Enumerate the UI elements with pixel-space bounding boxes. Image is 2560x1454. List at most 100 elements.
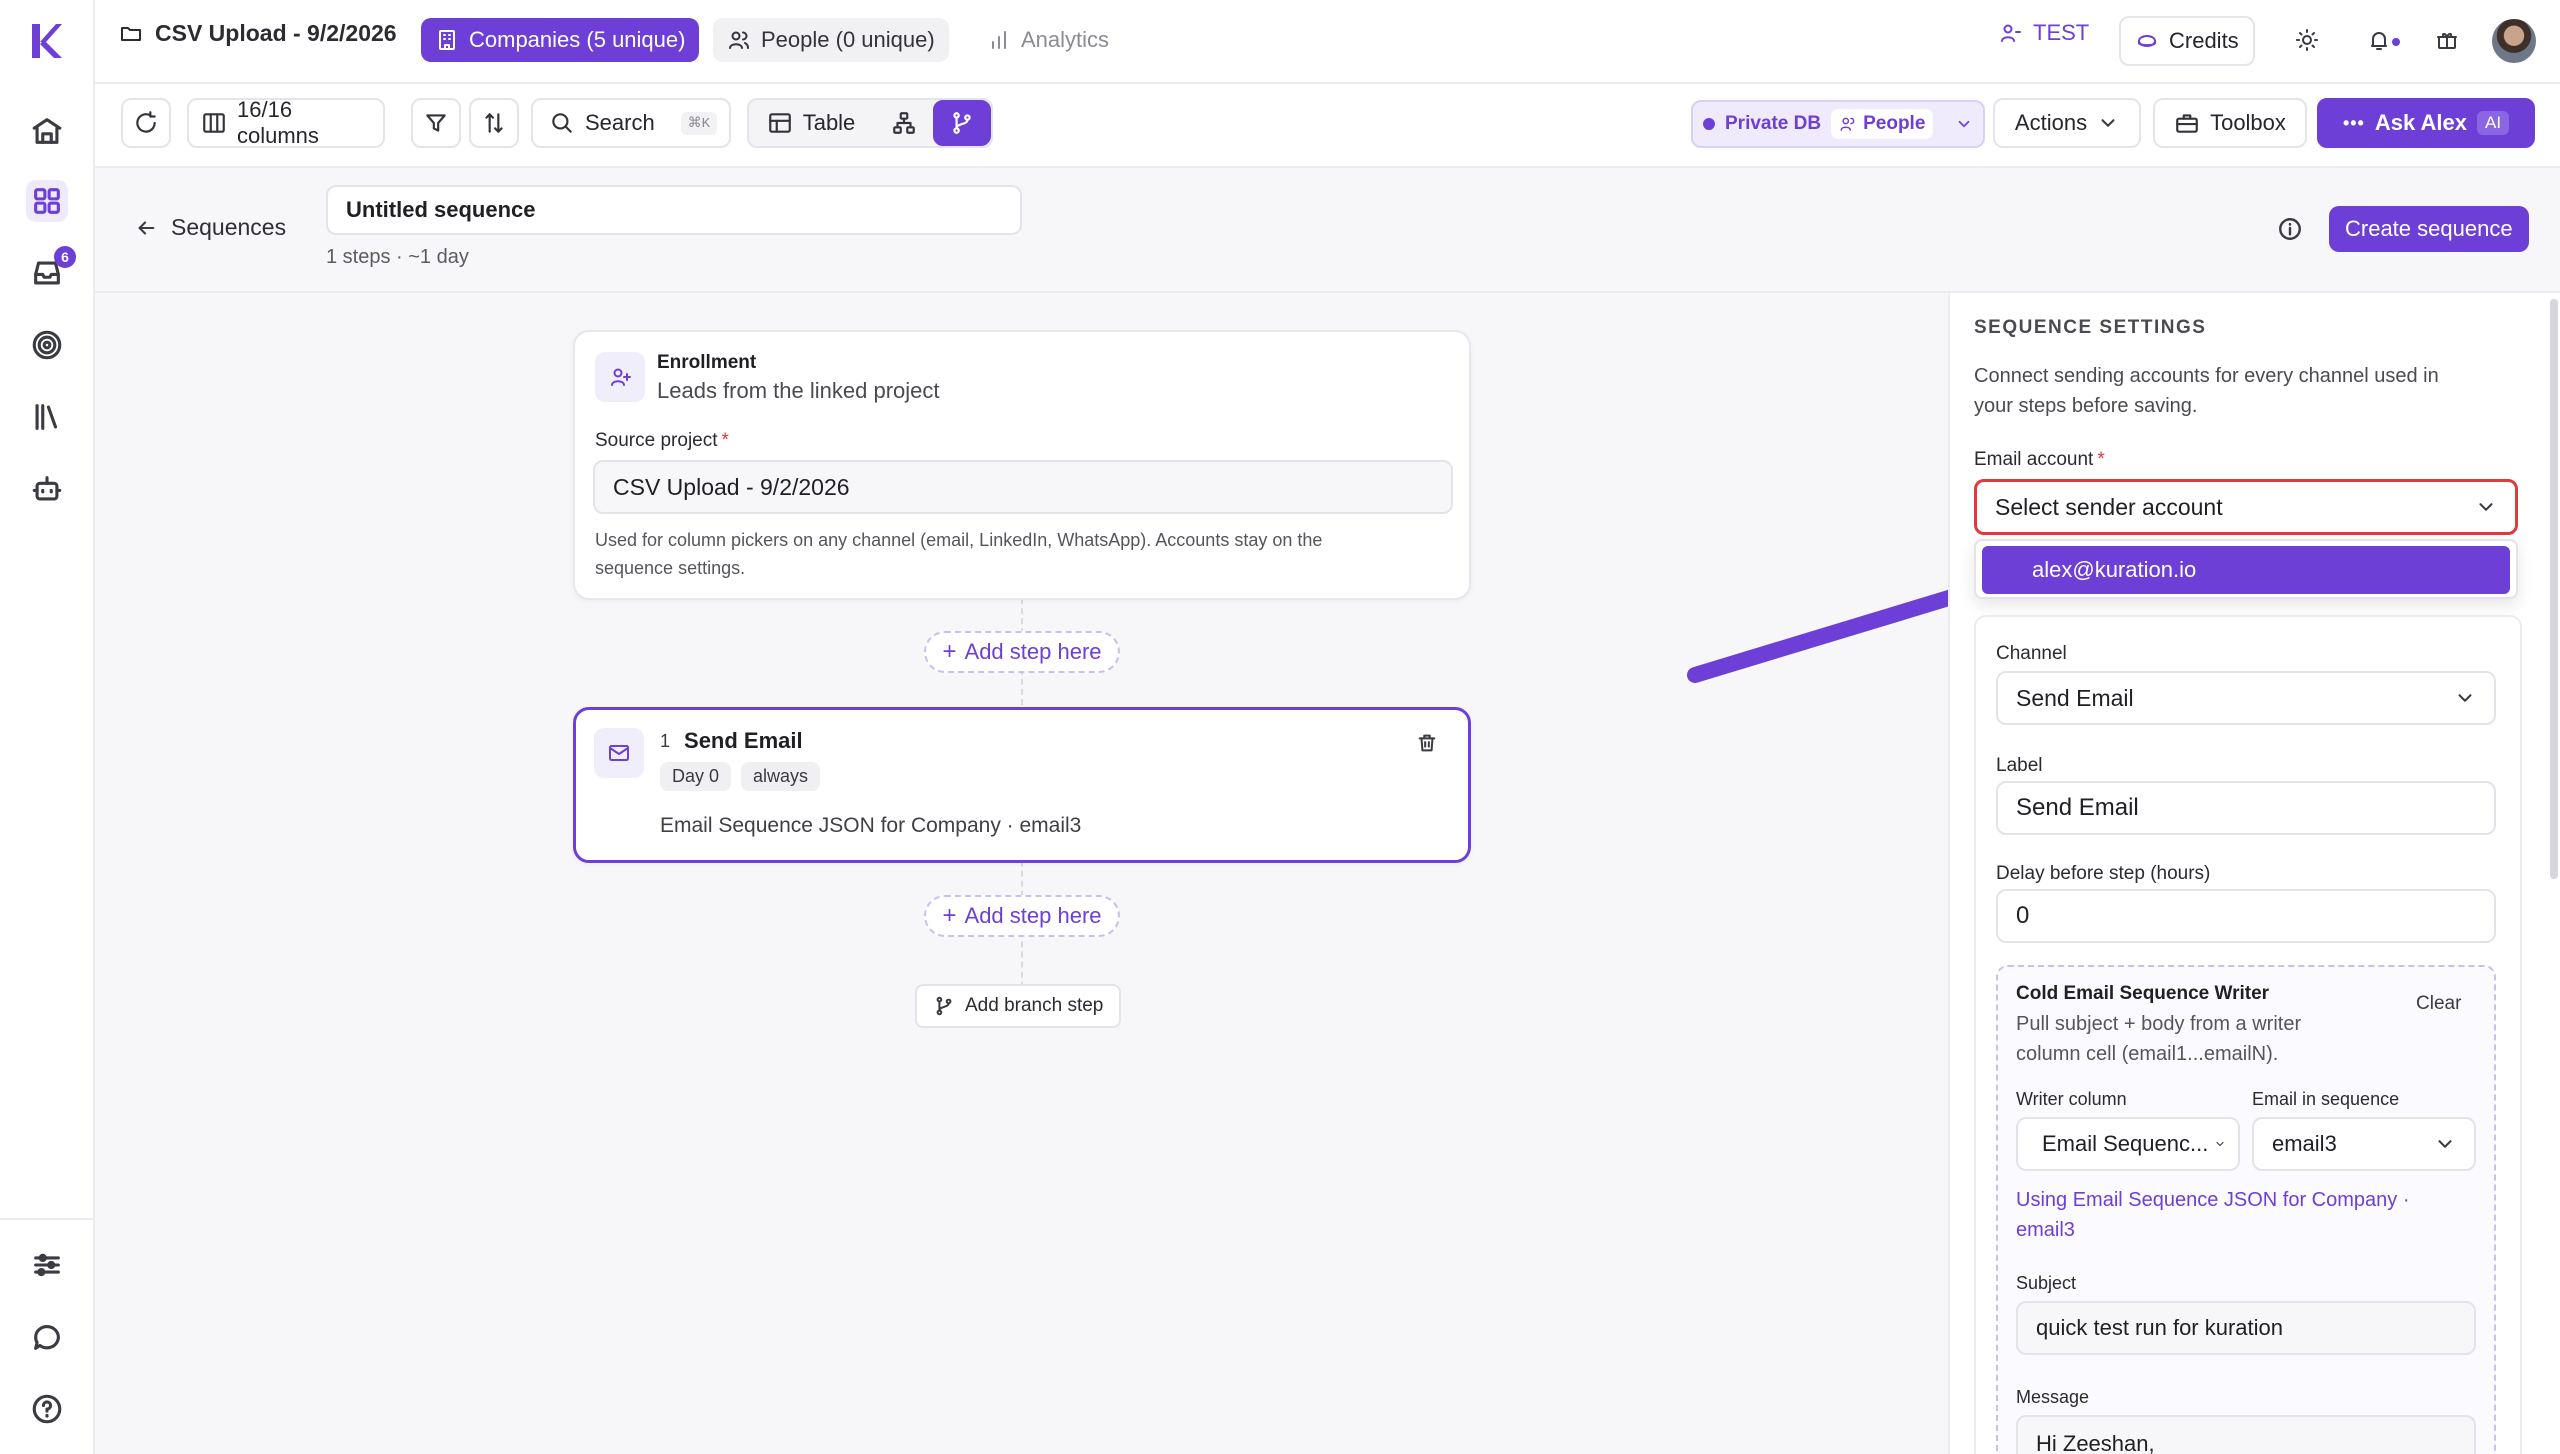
building-icon (435, 28, 459, 52)
add-branch-button[interactable]: Add branch step (915, 984, 1122, 1028)
source-project-label: Source project * (595, 430, 729, 451)
user-plus-icon (595, 352, 645, 402)
bar-chart-icon (987, 28, 1011, 52)
condition-badge: always (741, 762, 821, 791)
chat-icon[interactable] (26, 1316, 68, 1358)
left-rail: 6 (0, 0, 95, 1454)
notification-dot (2392, 38, 2400, 46)
label-input[interactable]: Send Email (1996, 781, 2496, 835)
refresh-button[interactable] (121, 98, 171, 148)
message-label: Message (2016, 1387, 2090, 1407)
enrollment-card[interactable]: Enrollment Leads from the linked project… (573, 330, 1471, 600)
toolbar: 16/16 columns Search ⌘K Table Private DB… (95, 84, 2560, 168)
home-icon[interactable] (26, 110, 68, 152)
view-hierarchy-button[interactable] (877, 100, 931, 146)
project-title[interactable]: CSV Upload - 9/2/2026 (119, 20, 397, 47)
add-step-button[interactable]: + Add step here (924, 895, 1120, 937)
folder-icon (119, 22, 143, 46)
tab-companies[interactable]: Companies (5 unique) (421, 18, 700, 62)
people-icon (727, 28, 751, 52)
theme-toggle-icon[interactable] (2295, 28, 2319, 52)
app-logo[interactable] (28, 20, 66, 62)
columns-button[interactable]: 16/16 columns (187, 97, 385, 148)
refresh-icon (133, 110, 159, 136)
people-icon (1839, 115, 1857, 133)
rail-divider (0, 1218, 95, 1220)
ask-alex-button[interactable]: ••• Ask Alex AI (2317, 98, 2535, 148)
tab-people[interactable]: People (0 unique) (713, 18, 949, 62)
writer-column-select[interactable]: Email Sequenc... (2016, 1117, 2240, 1171)
create-sequence-button[interactable]: Create sequence (2329, 206, 2529, 252)
writer-clear-button[interactable]: Clear (2416, 993, 2461, 1015)
avatar[interactable] (2492, 19, 2536, 63)
channel-select[interactable]: Send Email (1996, 671, 2496, 725)
branch-icon (949, 110, 975, 136)
tab-analytics[interactable]: Analytics (973, 18, 1123, 62)
sequence-name-input[interactable]: Untitled sequence (326, 185, 1022, 235)
search-button[interactable]: Search ⌘K (531, 98, 731, 148)
gift-icon[interactable] (2435, 28, 2459, 52)
delay-label: Delay before step (hours) (1996, 863, 2211, 884)
filter-button[interactable] (411, 98, 461, 148)
view-sequence-button[interactable] (933, 100, 991, 146)
library-icon[interactable] (26, 396, 68, 438)
coin-icon (2135, 29, 2159, 53)
panel-scrollbar[interactable] (2550, 299, 2558, 879)
source-project-field[interactable]: CSV Upload - 9/2/2026 (593, 460, 1453, 514)
enrollment-subtitle: Leads from the linked project (657, 378, 940, 403)
day-badge: Day 0 (660, 762, 732, 791)
channel-label: Channel (1996, 643, 2067, 664)
add-step-button[interactable]: + Add step here (924, 631, 1120, 673)
help-icon[interactable] (26, 1388, 68, 1430)
sequence-settings-panel: SEQUENCE SETTINGS Connect sending accoun… (1948, 293, 2560, 1454)
bot-icon[interactable] (26, 468, 68, 510)
email-in-sequence-select[interactable]: email3 (2252, 1117, 2476, 1171)
email-account-label: Email account * (1974, 449, 2105, 470)
email-in-sequence-label: Email in sequence (2252, 1089, 2400, 1109)
sequence-meta: 1 steps · ~1 day (326, 246, 469, 268)
credits-button[interactable]: Credits (2119, 16, 2255, 66)
workspace-switcher[interactable]: TEST (1999, 20, 2089, 46)
chevron-down-icon (2214, 1138, 2226, 1150)
trash-icon[interactable] (1416, 732, 1438, 754)
required-marker: * (721, 430, 729, 451)
filter-icon (423, 110, 449, 136)
subject-input[interactable]: quick test run for kuration (2016, 1301, 2476, 1355)
actions-button[interactable]: Actions (1993, 98, 2141, 148)
back-to-sequences[interactable]: Sequences (135, 214, 286, 241)
email-account-select[interactable]: Select sender account (1974, 479, 2518, 535)
sort-icon (481, 110, 507, 136)
email-account-dropdown: alex@kuration.io (1974, 539, 2518, 599)
dropdown-option-alex[interactable]: alex@kuration.io (1982, 546, 2510, 594)
target-icon[interactable] (26, 324, 68, 366)
writer-using-note: Using Email Sequence JSON for Company · … (2016, 1189, 2410, 1241)
toolbox-button[interactable]: Toolbox (2153, 98, 2307, 148)
view-table-button[interactable]: Table (749, 100, 873, 146)
writer-description: Pull subject + body from a writer column… (2016, 1013, 2302, 1065)
ai-badge: AI (2476, 111, 2510, 135)
delay-input[interactable]: 0 (1996, 889, 2496, 943)
message-textarea[interactable]: Hi Zeeshan, (2016, 1415, 2476, 1454)
required-marker: * (2097, 449, 2105, 470)
enrollment-title: Enrollment (657, 352, 757, 373)
plus-icon: + (942, 638, 957, 665)
writer-column-label: Writer column (2016, 1089, 2127, 1109)
branch-icon (933, 995, 955, 1017)
grid-icon[interactable] (26, 180, 68, 222)
plus-icon: + (942, 902, 957, 929)
subject-label: Subject (2016, 1273, 2077, 1293)
label-label: Label (1996, 755, 2043, 776)
mail-icon (594, 728, 644, 778)
toolbox-icon (2174, 110, 2200, 136)
step-card-send-email[interactable]: 1 Send Email Day 0 always Email Sequence… (573, 707, 1471, 863)
data-source-selector[interactable]: Private DB People (1691, 100, 1985, 148)
chevron-down-icon (2097, 112, 2119, 134)
search-shortcut: ⌘K (680, 111, 717, 135)
sort-button[interactable] (469, 98, 519, 148)
step-title: 1 Send Email (660, 728, 803, 753)
chevron-down-icon (1955, 115, 1973, 133)
chevron-down-icon (2454, 687, 2476, 709)
sliders-icon[interactable] (26, 1244, 68, 1286)
info-icon[interactable] (2277, 216, 2303, 242)
notifications-icon[interactable] (2367, 28, 2391, 52)
